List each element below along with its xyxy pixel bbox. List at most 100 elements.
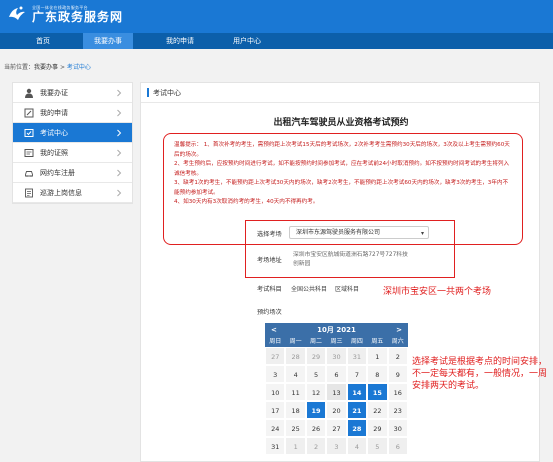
venue-select[interactable]: 深圳市东源驾驶员服务有限公司 ▾ — [289, 226, 429, 239]
sidebar-item-my-certificates[interactable]: 我的证照 — [13, 143, 132, 163]
subject-item: 区域科目 — [334, 286, 359, 293]
calendar-day[interactable]: 12 — [305, 383, 327, 401]
section-header-accent — [147, 88, 149, 97]
weekday-row: 周日 周一 周二 周三 周四 周五 周六 — [265, 337, 408, 347]
calendar-day[interactable]: 11 — [285, 383, 306, 401]
calendar-day[interactable]: 30 — [387, 419, 408, 437]
calendar-day[interactable]: 17 — [265, 401, 286, 419]
venue-select-value: 深圳市东源驾驶员服务有限公司 — [296, 229, 381, 236]
user-icon — [25, 88, 33, 98]
calendar-day: 30 — [326, 347, 347, 365]
calendar-day[interactable]: 29 — [367, 419, 388, 437]
chevron-right-icon — [117, 149, 122, 157]
venue-annotation: 深圳市宝安区一共两个考场 — [383, 287, 492, 297]
calendar-day[interactable]: 25 — [285, 419, 306, 437]
calendar-day[interactable]: 6 — [326, 365, 347, 383]
nav-services[interactable]: 我要办事 — [83, 33, 133, 49]
subjects-list: 全国公共科目 区域科目 — [291, 284, 365, 293]
sidebar-item-apply-license[interactable]: 我要办证 — [13, 83, 132, 103]
calendar-day[interactable]: 4 — [285, 365, 306, 383]
certificate-icon — [24, 148, 34, 157]
address-value: 深圳市宝安区航城街道洲石路727号727科技创新园 — [293, 252, 408, 267]
sidebar-item-label: 我的申请 — [40, 108, 68, 117]
weekday-label: 周四 — [350, 338, 363, 345]
calendar-day: 6 — [387, 437, 408, 455]
sidebar-item-exam-center[interactable]: 考试中心 — [13, 123, 132, 143]
calendar-day[interactable]: 18 — [285, 401, 306, 419]
calendar-day-available[interactable]: 14 — [346, 383, 368, 401]
calendar-day[interactable]: 8 — [367, 365, 388, 383]
calendar-day[interactable]: 9 — [387, 365, 408, 383]
breadcrumb-current[interactable]: 考试中心 — [67, 64, 91, 71]
chevron-right-icon — [117, 169, 122, 177]
calendar-day[interactable]: 23 — [387, 401, 408, 419]
sidebar-item-ride-hailing-registration[interactable]: 网约车注册 — [13, 163, 132, 183]
calendar-day-available[interactable]: 28 — [346, 419, 368, 437]
calendar-day-available[interactable]: 15 — [367, 383, 388, 401]
address-label: 考场地址 — [257, 257, 282, 264]
sidebar-item-cruise-duty-info[interactable]: 巡游上岗信息 — [13, 183, 132, 203]
calendar-day[interactable]: 31 — [265, 437, 286, 455]
section-header: 考试中心 — [141, 83, 539, 103]
calendar-header: < 10月 2021 > — [265, 323, 408, 337]
weekday-label: 周六 — [391, 338, 404, 345]
chevron-right-icon — [117, 129, 122, 137]
calendar-day[interactable]: 1 — [367, 347, 388, 365]
breadcrumb-separator: > — [58, 64, 67, 71]
prev-month-button[interactable]: < — [271, 326, 277, 334]
calendar-day[interactable]: 2 — [387, 347, 408, 365]
calendar-day: 1 — [285, 437, 306, 455]
calendar-day: 31 — [346, 347, 368, 365]
nav-home[interactable]: 首页 — [28, 33, 58, 49]
weekday-label: 周二 — [310, 338, 323, 345]
site-logo[interactable]: 全国一体化在线政务服务平台 广东政务服务网 — [6, 3, 123, 25]
weekday-label: 周三 — [330, 338, 343, 345]
calendar-day[interactable]: 16 — [387, 383, 408, 401]
nav-my-applications[interactable]: 我的申请 — [160, 33, 200, 49]
sidebar-item-label: 我的证照 — [40, 148, 68, 157]
sidebar-item-my-applications[interactable]: 我的申请 — [13, 103, 132, 123]
car-icon — [25, 170, 33, 177]
breadcrumb-link-services[interactable]: 我要办事 — [34, 64, 58, 71]
sidebar-item-label: 考试中心 — [40, 128, 68, 137]
sidebar: 我要办证 我的申请 考试中心 我的证照 网约车注册 巡游上岗信息 — [12, 82, 133, 204]
calendar-day[interactable]: 13 — [326, 383, 347, 401]
notice-line: 4、如30天内有3次取消约考的考生，40天内不得再约考。 — [174, 199, 319, 205]
logo-icon — [9, 6, 25, 20]
calendar-day: 28 — [285, 347, 306, 365]
logo-title: 广东政务服务网 — [32, 9, 124, 24]
breadcrumb: 当前位置：我要办事 > 考试中心 — [4, 62, 91, 71]
calendar-day[interactable]: 22 — [367, 401, 388, 419]
calendar-day[interactable]: 3 — [265, 365, 286, 383]
calendar-day-available[interactable]: 19 — [305, 401, 327, 419]
chevron-right-icon — [117, 89, 122, 97]
weekday-label: 周日 — [269, 338, 282, 345]
calendar-day[interactable]: 27 — [326, 419, 347, 437]
site-header: 全国一体化在线政务服务平台 广东政务服务网 — [0, 0, 553, 33]
notice-line: 2、考生预约后，应按预约时间进行考试，如不能按预约时间参加考试，应在考试前24小… — [174, 161, 510, 177]
calendar-day-available[interactable]: 21 — [346, 401, 368, 419]
calendar-day[interactable]: 7 — [346, 365, 368, 383]
logo-subtitle: 全国一体化在线政务服务平台 — [32, 4, 88, 10]
caret-down-icon: ▾ — [420, 230, 424, 237]
calendar-day: 29 — [305, 347, 327, 365]
calendar-day[interactable]: 5 — [305, 365, 327, 383]
weekday-label: 周五 — [371, 338, 384, 345]
calendar-day: 27 — [265, 347, 286, 365]
venue-label: 选择考场 — [257, 231, 282, 238]
calendar-day[interactable]: 26 — [305, 419, 327, 437]
subject-item: 全国公共科目 — [291, 286, 328, 293]
calendar-day[interactable]: 10 — [265, 383, 286, 401]
calendar-day[interactable]: 20 — [326, 401, 347, 419]
nav-user-center[interactable]: 用户中心 — [227, 33, 267, 49]
page-title: 出租汽车驾驶员从业资格考试预约 — [273, 118, 409, 128]
next-month-button[interactable]: > — [396, 326, 402, 334]
calendar-grid: 27 28 29 30 31 1 2 3 4 5 6 7 8 9 10 11 12 13 14 15 16 17 18 19 2… — [265, 347, 408, 455]
weekday-label: 周一 — [289, 338, 302, 345]
calendar-day[interactable]: 24 — [265, 419, 286, 437]
slots-label: 预约场次 — [257, 309, 282, 316]
sidebar-item-label: 网约车注册 — [40, 168, 75, 177]
calendar-day: 5 — [367, 437, 388, 455]
edit-icon — [24, 108, 34, 117]
sidebar-item-label: 巡游上岗信息 — [40, 188, 82, 197]
